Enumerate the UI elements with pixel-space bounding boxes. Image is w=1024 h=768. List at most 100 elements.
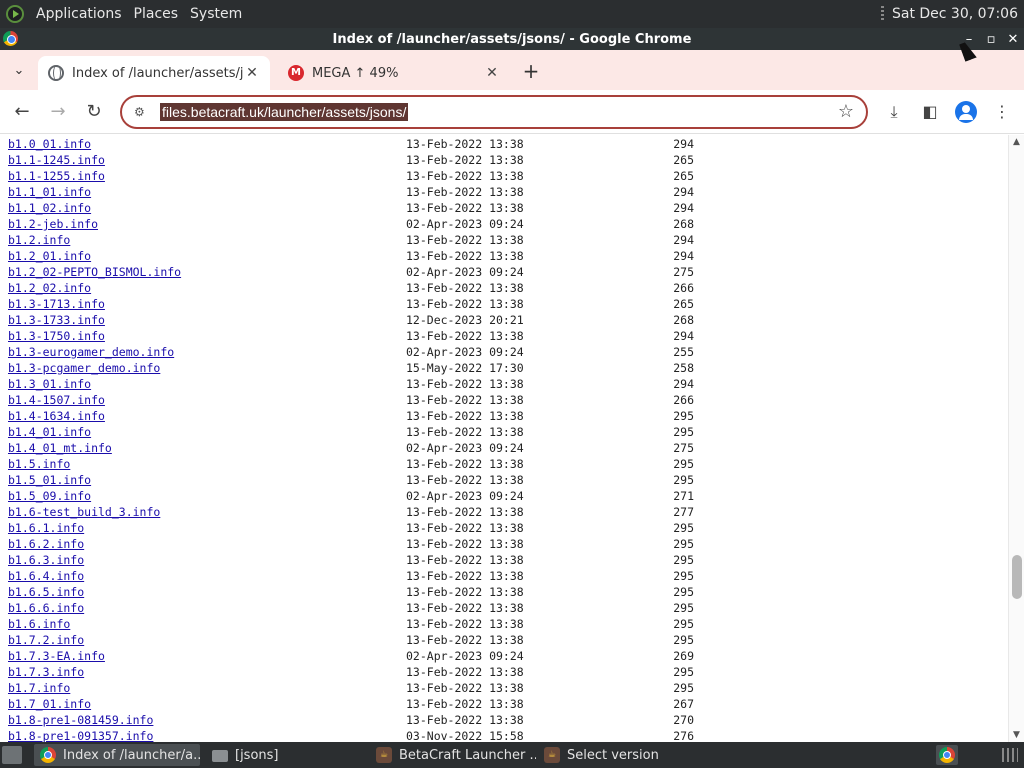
file-date: 13-Feb-2022 13:38: [406, 281, 524, 295]
taskbar-item-betacraft[interactable]: ☕ BetaCraft Launcher ...: [370, 744, 536, 766]
tab-close-icon[interactable]: ✕: [244, 65, 260, 81]
file-date: 13-Feb-2022 13:38: [406, 521, 524, 535]
back-button[interactable]: ←: [10, 100, 34, 124]
file-size: 295: [673, 457, 694, 471]
file-link[interactable]: b1.6.1.info: [8, 520, 84, 536]
clock[interactable]: Sat Dec 30, 07:06: [892, 6, 1018, 22]
file-date: 02-Apr-2023 09:24: [406, 265, 524, 279]
system-menu[interactable]: System: [190, 6, 242, 22]
file-link[interactable]: b1.3-1733.info: [8, 312, 105, 328]
scroll-up-icon[interactable]: ▲: [1013, 137, 1020, 147]
file-date: 13-Feb-2022 13:38: [406, 137, 524, 151]
file-link[interactable]: b1.1_02.info: [8, 200, 91, 216]
file-link[interactable]: b1.4-1507.info: [8, 392, 105, 408]
file-link[interactable]: b1.3_01.info: [8, 376, 91, 392]
file-size: 275: [673, 265, 694, 279]
file-link[interactable]: b1.7.info: [8, 680, 70, 696]
file-link[interactable]: b1.2.info: [8, 232, 70, 248]
file-link[interactable]: b1.3-1750.info: [8, 328, 105, 344]
file-date: 13-Feb-2022 13:38: [406, 537, 524, 551]
file-size: 258: [673, 361, 694, 375]
chrome-icon: [3, 31, 18, 46]
file-link[interactable]: b1.6.6.info: [8, 600, 84, 616]
file-link[interactable]: b1.6.4.info: [8, 568, 84, 584]
file-link[interactable]: b1.6.5.info: [8, 584, 84, 600]
file-date: 13-Feb-2022 13:38: [406, 457, 524, 471]
file-link[interactable]: b1.7.3.info: [8, 664, 84, 680]
url-text[interactable]: files.betacraft.uk/launcher/assets/jsons…: [160, 103, 409, 121]
file-date: 13-Feb-2022 13:38: [406, 185, 524, 199]
file-link[interactable]: b1.6.info: [8, 616, 70, 632]
address-bar[interactable]: ⚙ files.betacraft.uk/launcher/assets/jso…: [120, 95, 868, 129]
file-link[interactable]: b1.6-test_build_3.info: [8, 504, 160, 520]
site-info-icon[interactable]: ⚙: [134, 105, 154, 119]
tab-title: MEGA ↑ 49%: [312, 65, 399, 81]
taskbar-item-jsons[interactable]: [jsons]: [206, 744, 366, 766]
show-desktop-icon[interactable]: [2, 746, 22, 764]
tray-chrome-button[interactable]: [936, 745, 958, 765]
taskbar-item-chrome[interactable]: Index of /launcher/a...: [34, 744, 200, 766]
file-link[interactable]: b1.1_01.info: [8, 184, 91, 200]
bookmark-star-icon[interactable]: ☆: [838, 101, 854, 122]
file-link[interactable]: b1.3-eurogamer_demo.info: [8, 344, 174, 360]
applications-menu[interactable]: Applications: [36, 6, 122, 22]
file-link[interactable]: b1.2_02.info: [8, 280, 91, 296]
menu-kebab-icon[interactable]: ⋮: [990, 100, 1014, 124]
file-link[interactable]: b1.5_09.info: [8, 488, 91, 504]
download-icon[interactable]: ⤓: [882, 100, 906, 124]
file-size: 265: [673, 153, 694, 167]
workspace-switcher-icon[interactable]: [1002, 748, 1018, 762]
file-link[interactable]: b1.4_01.info: [8, 424, 91, 440]
file-link[interactable]: b1.7.3-EA.info: [8, 648, 105, 664]
file-link[interactable]: b1.8-pre1-081459.info: [8, 712, 153, 728]
tab-search-button[interactable]: ⌄: [8, 60, 30, 82]
tab-close-icon[interactable]: ✕: [484, 65, 500, 81]
file-link[interactable]: b1.2_02-PEPTO_BISMOL.info: [8, 264, 181, 280]
close-icon[interactable]: ✕: [1006, 32, 1020, 47]
maximize-icon[interactable]: ▫: [984, 32, 998, 47]
file-link[interactable]: b1.6.3.info: [8, 552, 84, 568]
file-date: 13-Feb-2022 13:38: [406, 665, 524, 679]
file-size: 295: [673, 585, 694, 599]
file-date: 13-Feb-2022 13:38: [406, 153, 524, 167]
window-titlebar[interactable]: Index of /launcher/assets/jsons/ - Googl…: [0, 28, 1024, 50]
file-link[interactable]: b1.0_01.info: [8, 136, 91, 152]
new-tab-button[interactable]: +: [520, 60, 542, 82]
places-menu[interactable]: Places: [134, 6, 179, 22]
file-link[interactable]: b1.1-1245.info: [8, 152, 105, 168]
file-link[interactable]: b1.5_01.info: [8, 472, 91, 488]
file-link[interactable]: b1.4_01_mt.info: [8, 440, 112, 456]
file-size: 294: [673, 329, 694, 343]
tab-strip: ⌄ Index of /launcher/assets/jsons/ ✕ M M…: [0, 50, 1024, 90]
file-link[interactable]: b1.3-pcgamer_demo.info: [8, 360, 160, 376]
reload-button[interactable]: ↻: [82, 100, 106, 124]
vertical-scrollbar[interactable]: ▲ ▼: [1008, 135, 1024, 742]
file-link[interactable]: b1.7.2.info: [8, 632, 84, 648]
file-link[interactable]: b1.2_01.info: [8, 248, 91, 264]
file-size: 268: [673, 217, 694, 231]
distro-logo-icon[interactable]: [6, 5, 24, 23]
scrollbar-thumb[interactable]: [1012, 555, 1022, 599]
file-date: 13-Feb-2022 13:38: [406, 409, 524, 423]
file-link[interactable]: b1.3-1713.info: [8, 296, 105, 312]
tab-mega[interactable]: M MEGA ↑ 49% ✕: [278, 56, 510, 90]
tab-index-of-jsons[interactable]: Index of /launcher/assets/jsons/ ✕: [38, 56, 270, 90]
file-size: 295: [673, 569, 694, 583]
file-size: 265: [673, 169, 694, 183]
file-link[interactable]: b1.7_01.info: [8, 696, 91, 712]
file-link[interactable]: b1.8-pre1-091357.info: [8, 728, 153, 742]
scroll-down-icon[interactable]: ▼: [1013, 730, 1020, 740]
file-link[interactable]: b1.1-1255.info: [8, 168, 105, 184]
file-date: 13-Feb-2022 13:38: [406, 169, 524, 183]
file-link[interactable]: b1.6.2.info: [8, 536, 84, 552]
chrome-icon: [40, 747, 56, 763]
file-size: 295: [673, 553, 694, 567]
side-panel-icon[interactable]: ◧: [918, 100, 942, 124]
file-link[interactable]: b1.5.info: [8, 456, 70, 472]
forward-button[interactable]: →: [46, 100, 70, 124]
taskbar-item-select-version[interactable]: ☕ Select version: [538, 744, 698, 766]
file-date: 13-Feb-2022 13:38: [406, 473, 524, 487]
file-link[interactable]: b1.2-jeb.info: [8, 216, 98, 232]
profile-button[interactable]: [954, 100, 978, 124]
file-link[interactable]: b1.4-1634.info: [8, 408, 105, 424]
